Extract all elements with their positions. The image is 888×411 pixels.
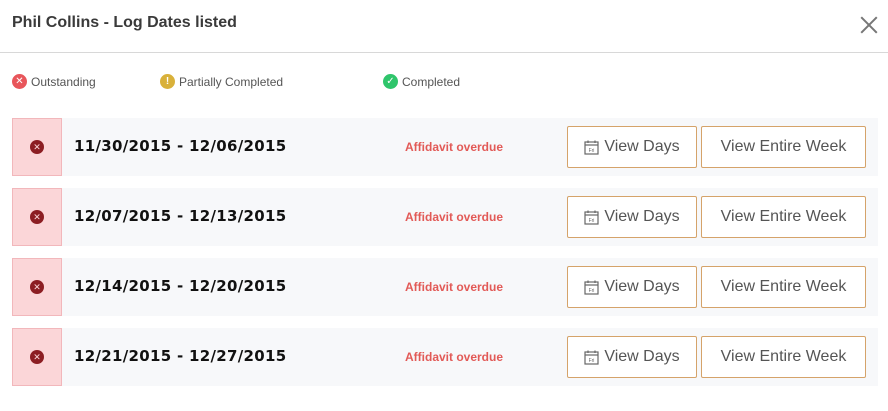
status-indicator: ✕ xyxy=(12,258,62,316)
svg-text:Fri: Fri xyxy=(589,148,595,154)
date-range: 11/30/2015 - 12/06/2015 xyxy=(74,137,287,155)
view-entire-week-button[interactable]: View Entire Week xyxy=(701,126,866,168)
view-days-button[interactable]: Fri View Days xyxy=(567,126,697,168)
date-range: 12/14/2015 - 12/20/2015 xyxy=(74,277,287,295)
log-week-row: ✕ 11/30/2015 - 12/06/2015 Affidavit over… xyxy=(12,118,878,176)
svg-text:Fri: Fri xyxy=(589,288,595,294)
view-entire-week-button[interactable]: View Entire Week xyxy=(701,336,866,378)
status-text: Affidavit overdue xyxy=(405,350,504,364)
status-indicator: ✕ xyxy=(12,188,62,246)
date-range: 12/07/2015 - 12/13/2015 xyxy=(74,207,287,225)
view-days-label: View Days xyxy=(604,208,680,225)
view-entire-week-button[interactable]: View Entire Week xyxy=(701,196,866,238)
svg-text:Fri: Fri xyxy=(589,358,595,364)
legend-label: Outstanding xyxy=(31,74,96,89)
view-entire-week-button[interactable]: View Entire Week xyxy=(701,266,866,308)
view-days-button[interactable]: Fri View Days xyxy=(567,196,697,238)
view-days-label: View Days xyxy=(604,348,680,365)
log-week-row: ✕ 12/07/2015 - 12/13/2015 Affidavit over… xyxy=(12,188,878,246)
x-circle-icon: ✕ xyxy=(30,350,44,364)
x-circle-icon: ✕ xyxy=(30,210,44,224)
view-days-label: View Days xyxy=(604,138,680,155)
log-week-row: ✕ 12/21/2015 - 12/27/2015 Affidavit over… xyxy=(12,328,878,386)
view-days-button[interactable]: Fri View Days xyxy=(567,336,697,378)
calendar-icon: Fri xyxy=(584,210,599,225)
legend-label: Completed xyxy=(402,74,461,89)
status-indicator: ✕ xyxy=(12,328,62,386)
modal-title: Phil Collins - Log Dates listed xyxy=(12,14,237,31)
svg-text:Fri: Fri xyxy=(589,218,595,224)
status-indicator: ✕ xyxy=(12,118,62,176)
log-week-list: ✕ 11/30/2015 - 12/06/2015 Affidavit over… xyxy=(12,118,878,398)
close-icon[interactable] xyxy=(858,14,880,36)
modal-header: Phil Collins - Log Dates listed xyxy=(0,0,888,53)
status-text: Affidavit overdue xyxy=(405,280,504,294)
legend-partially-completed: ! Partially Completed xyxy=(160,74,283,89)
view-days-label: View Days xyxy=(604,278,680,295)
date-range: 12/21/2015 - 12/27/2015 xyxy=(74,347,287,365)
legend-label: Partially Completed xyxy=(179,74,284,89)
status-text: Affidavit overdue xyxy=(405,210,504,224)
x-circle-icon: ✕ xyxy=(30,140,44,154)
log-week-row: ✕ 12/14/2015 - 12/20/2015 Affidavit over… xyxy=(12,258,878,316)
check-circle-icon: ✓ xyxy=(383,74,398,89)
calendar-icon: Fri xyxy=(584,140,599,155)
legend-outstanding: ✕ Outstanding xyxy=(12,74,96,89)
legend-completed: ✓ Completed xyxy=(383,74,460,89)
calendar-icon: Fri xyxy=(584,280,599,295)
exclamation-circle-icon: ! xyxy=(160,74,175,89)
view-days-button[interactable]: Fri View Days xyxy=(567,266,697,308)
x-circle-icon: ✕ xyxy=(12,74,27,89)
x-circle-icon: ✕ xyxy=(30,280,44,294)
status-text: Affidavit overdue xyxy=(405,140,504,154)
calendar-icon: Fri xyxy=(584,350,599,365)
